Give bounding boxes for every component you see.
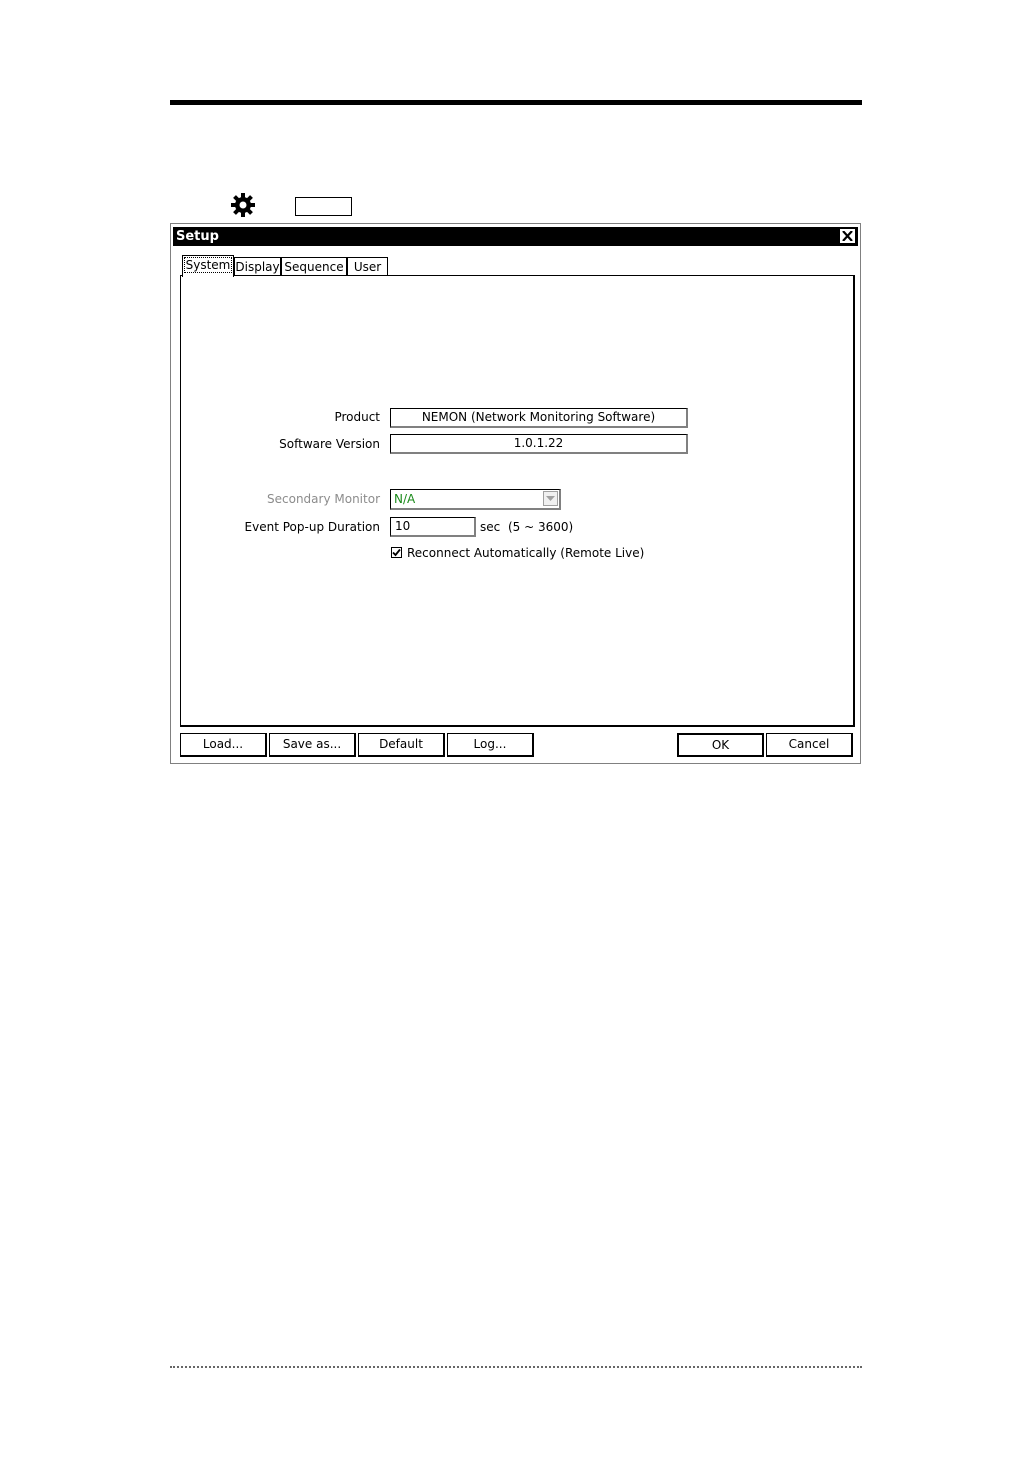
cancel-button[interactable]: Cancel <box>766 733 853 757</box>
popup-duration-unit: sec <box>480 520 501 534</box>
tab-display-label: Display <box>235 260 280 274</box>
title-bar[interactable]: Setup <box>173 227 858 246</box>
ok-button[interactable]: OK <box>677 733 764 757</box>
tab-user-label: User <box>353 260 382 274</box>
tab-sequence[interactable]: Sequence <box>281 257 347 276</box>
tab-system-label: System <box>183 257 233 273</box>
close-icon[interactable] <box>840 229 855 243</box>
chevron-down-icon[interactable] <box>543 491 558 506</box>
default-button[interactable]: Default <box>358 733 445 757</box>
reconnect-label: Reconnect Automatically (Remote Live) <box>407 546 645 560</box>
popup-duration-input[interactable]: 10 <box>390 517 476 537</box>
dialog-title: Setup <box>176 229 219 244</box>
setup-key-box <box>295 197 352 216</box>
secondary-monitor-select[interactable]: N/A <box>390 489 561 510</box>
log-button[interactable]: Log... <box>447 733 534 757</box>
save-as-button[interactable]: Save as... <box>269 733 356 757</box>
secondary-monitor-label: Secondary Monitor <box>267 492 380 506</box>
tab-sequence-label: Sequence <box>284 260 344 274</box>
gear-icon <box>230 192 256 218</box>
tab-system[interactable]: System <box>182 255 234 277</box>
tab-user[interactable]: User <box>347 257 388 276</box>
reconnect-checkbox[interactable] <box>391 547 402 558</box>
popup-duration-range: (5 ~ 3600) <box>508 520 574 534</box>
secondary-monitor-value: N/A <box>394 492 416 506</box>
software-version-field: 1.0.1.22 <box>390 434 688 454</box>
header-rule <box>170 100 862 105</box>
product-field: NEMON (Network Monitoring Software) <box>390 408 688 428</box>
popup-duration-label: Event Pop-up Duration <box>244 520 380 534</box>
check-icon <box>392 548 401 557</box>
software-version-label: Software Version <box>279 437 380 451</box>
system-tab-panel: Product NEMON (Network Monitoring Softwa… <box>180 275 855 727</box>
tab-display[interactable]: Display <box>234 257 281 276</box>
load-button[interactable]: Load... <box>180 733 267 757</box>
setup-dialog: Setup System Display Sequence User Produ… <box>170 223 861 764</box>
product-label: Product <box>334 410 380 424</box>
footer-rule <box>170 1366 862 1368</box>
